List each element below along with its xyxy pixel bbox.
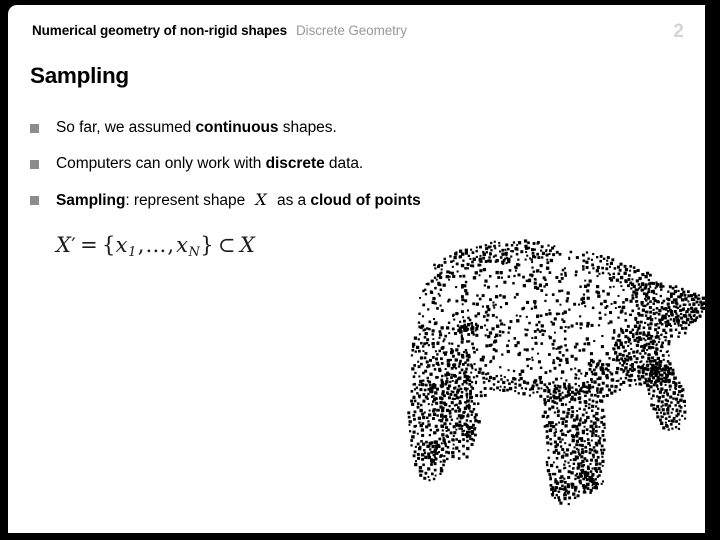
- page-number: 2: [673, 21, 684, 42]
- plain-text: shapes.: [278, 119, 337, 136]
- horse-point-cloud-figure: [406, 231, 705, 523]
- slide-frame: Numerical geometry of non-rigid shapes Di…: [0, 0, 720, 540]
- formula-equals: =: [80, 233, 98, 257]
- math-variable: X: [255, 190, 267, 209]
- list-item: Computers can only work with discrete da…: [30, 153, 630, 189]
- formula-lhs: X: [56, 233, 72, 257]
- horse-point-cloud-image: [407, 239, 705, 506]
- square-bullet-icon: [30, 160, 39, 169]
- square-bullet-icon: [30, 124, 39, 133]
- point-cloud-points: [407, 239, 705, 506]
- sampling-formula: X′ = {x1,…,xN} ⊂ X: [56, 233, 255, 260]
- formula-first-element: x: [115, 233, 128, 257]
- formula-first-index: 1: [128, 244, 137, 260]
- formula-close-brace: }: [200, 233, 214, 257]
- formula-last-index: N: [188, 244, 201, 260]
- list-item-label: So far, we assumed continuous shapes.: [56, 117, 337, 139]
- emphasis-text: cloud of points: [310, 192, 421, 209]
- plain-text: So far, we assumed: [56, 119, 196, 136]
- formula-ellipsis: ,…,: [137, 233, 176, 257]
- slide-header: Numerical geometry of non-rigid shapes Di…: [32, 22, 407, 40]
- formula-open-brace: {: [102, 233, 116, 257]
- emphasis-text: continuous: [195, 119, 279, 136]
- header-topic-subtitle: Discrete Geometry: [296, 23, 407, 38]
- plain-text: : represent shape: [125, 192, 250, 209]
- list-item-label: Sampling: represent shape X as a cloud o…: [56, 189, 421, 212]
- emphasis-text: Sampling: [56, 192, 126, 209]
- emphasis-text: discrete: [265, 155, 325, 172]
- plain-text: data.: [324, 155, 364, 172]
- formula-subset-symbol: ⊂: [217, 233, 236, 257]
- bullet-list: So far, we assumed continuous shapes. Co…: [30, 117, 630, 225]
- formula-rhs: X: [239, 233, 256, 257]
- square-bullet-icon: [30, 196, 39, 205]
- plain-text: as a: [272, 192, 311, 209]
- list-item: So far, we assumed continuous shapes.: [30, 117, 630, 153]
- formula-last-element: x: [176, 233, 189, 257]
- list-item-label: Computers can only work with discrete da…: [56, 153, 363, 175]
- header-course-title: Numerical geometry of non-rigid shapes: [32, 23, 288, 38]
- list-item: Sampling: represent shape X as a cloud o…: [30, 189, 630, 225]
- slide-canvas: Numerical geometry of non-rigid shapes Di…: [8, 5, 705, 533]
- plain-text: Computers can only work with: [56, 155, 266, 172]
- page-title: Sampling: [30, 63, 129, 88]
